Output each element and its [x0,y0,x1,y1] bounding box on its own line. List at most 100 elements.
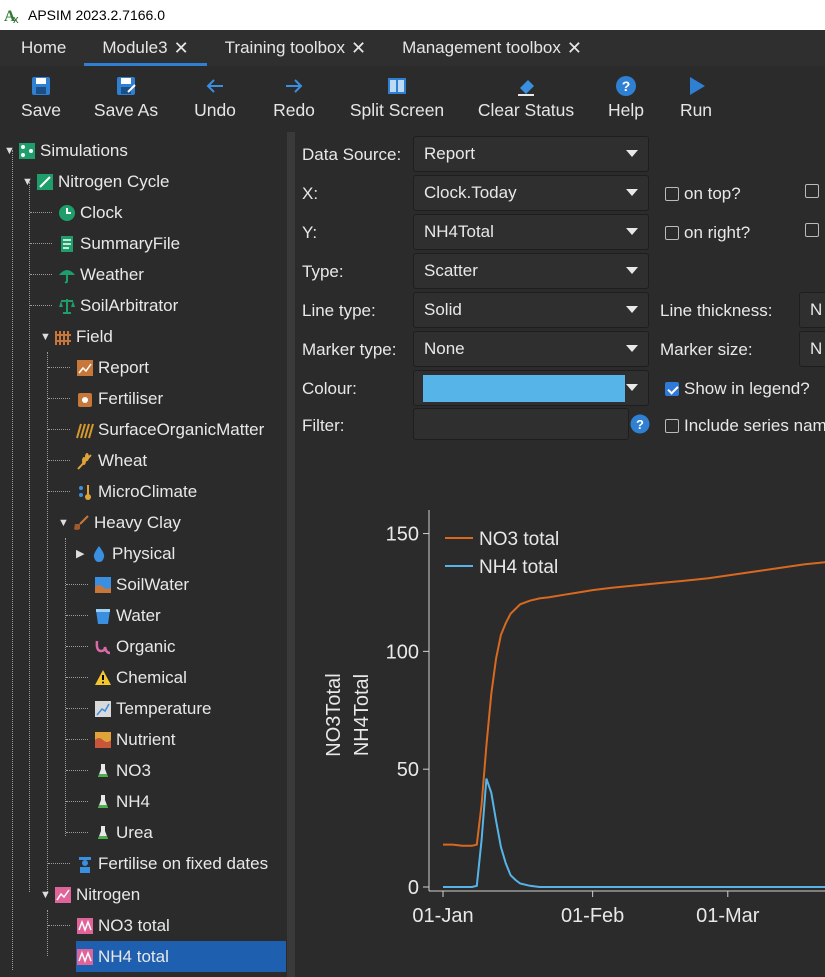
tab-label: Module3 [102,38,168,57]
tab-module3[interactable]: Module3 ✕ [84,30,207,66]
tree-node-nitrogen-cycle[interactable]: ▼ Nitrogen Cycle [22,166,170,197]
run-button[interactable]: Run [679,66,713,121]
y-extra-checkbox[interactable] [805,223,824,237]
tree-node-temperature[interactable]: Temperature [94,693,211,724]
tree-node-fertilise-on-fixed-dates[interactable]: Fertilise on fixed dates [76,848,268,879]
line-thickness-dropdown[interactable]: N [799,292,825,328]
tab-management-toolbox[interactable]: Management toolbox ✕ [384,30,600,66]
series-icon [77,948,93,965]
line-type-label: Line type: [302,301,376,320]
tree-node-wheat[interactable]: Wheat [76,445,147,476]
tree-node-organic[interactable]: Organic [94,631,176,662]
series-line-2 [443,778,825,888]
help-icon: ? [616,76,636,96]
tree-node-field[interactable]: ▼ Field [40,321,113,352]
tree-connector [48,460,70,461]
clock-icon [59,204,75,221]
y-tick-label: 50 [397,759,419,781]
tree-node-soilarbitrator[interactable]: SoilArbitrator [58,290,178,321]
chevron-down-icon [626,150,638,157]
wheat-icon [77,452,92,470]
tree-node-summaryfile[interactable]: SummaryFile [58,228,180,259]
expand-triangle-icon[interactable]: ▼ [22,176,36,188]
expand-triangle-icon[interactable]: ▼ [58,517,72,529]
close-icon[interactable]: ✕ [174,38,189,59]
x-on-top-checkbox[interactable]: on top? [665,184,741,204]
tree-node-clock[interactable]: Clock [58,197,123,228]
y-tick-label: 100 [386,641,419,663]
tree-node-weather[interactable]: Weather [58,259,144,290]
tree-connector [12,150,13,970]
tree-node-water[interactable]: Water [94,600,161,631]
tab-training-toolbox[interactable]: Training toolbox ✕ [207,30,384,66]
expand-triangle-icon[interactable]: ▼ [40,331,54,343]
x-extra-checkbox[interactable] [805,184,824,198]
save-icon [32,77,50,95]
y-variable-dropdown[interactable]: NH4Total [413,214,649,250]
tree-node-simulations[interactable]: ▼ Simulations [4,135,128,166]
eraser-icon [518,80,534,96]
simulation-icon [37,173,53,190]
x-variable-dropdown[interactable]: Clock.Today [413,175,649,211]
tree-node-nh4-total[interactable]: NH4 total [76,941,286,972]
show-in-legend-checkbox[interactable]: Show in legend? [665,379,810,399]
tree-node-fertiliser[interactable]: Fertiliser [76,383,163,414]
data-source-dropdown[interactable]: Report [413,136,649,172]
tree-node-chemical[interactable]: Chemical [94,662,187,693]
tree-node-no3[interactable]: NO3 [94,755,151,786]
close-icon[interactable]: ✕ [351,38,366,59]
tree-connector [30,243,52,244]
line-type-dropdown[interactable]: Solid [413,292,649,328]
tree-node-heavy-clay[interactable]: ▼ Heavy Clay [58,507,181,538]
marker-size-dropdown[interactable]: N [799,331,825,367]
panel-splitter[interactable] [287,132,295,977]
tree-node-urea[interactable]: Urea [94,817,153,848]
nitrogen-chart: NO3Total NH4Total 0 50 100 150 01-Jan 01-Feb 01… [323,510,825,927]
help-button[interactable]: ? Help [606,66,646,121]
tree-node-nutrient[interactable]: Nutrient [94,724,176,755]
save-button[interactable]: Save [21,66,61,121]
close-icon[interactable]: ✕ [567,38,582,59]
tree-connector [48,429,70,430]
y-on-right-checkbox[interactable]: on right? [665,223,750,243]
clear-status-button[interactable]: Clear Status [478,66,574,121]
window-title: APSIM 2023.2.7166.0 [28,7,165,23]
redo-button[interactable]: Redo [272,66,316,121]
chevron-down-icon [626,267,638,274]
flask-icon [98,763,108,777]
tree-connector [29,182,30,892]
tab-home[interactable]: Home [0,30,84,66]
expand-triangle-icon[interactable]: ▼ [40,889,54,901]
tree-node-report[interactable]: Report [76,352,149,383]
type-dropdown[interactable]: Scatter [413,253,649,289]
save-as-button[interactable]: Save As [94,66,158,121]
filter-input[interactable] [413,408,629,440]
chevron-down-icon [626,306,638,313]
expand-triangle-icon[interactable]: ▼ [4,145,18,157]
undo-button[interactable]: Undo [192,66,238,121]
tree-connector [48,925,70,926]
tree-node-no3-total[interactable]: NO3 total [76,910,170,941]
tree-node-soilwater[interactable]: SoilWater [94,569,189,600]
colour-dropdown[interactable] [413,370,649,406]
redo-arrow-icon [286,79,303,93]
tree-connector [65,538,66,836]
help-icon[interactable]: ? [630,414,650,434]
collapsed-triangle-icon[interactable]: ▶ [76,547,90,560]
include-series-name-checkbox[interactable]: Include series nam [665,416,825,436]
svg-text:?: ? [636,417,644,432]
title-bar: A x APSIM 2023.2.7166.0 [0,0,825,30]
tree-node-surfaceorganicmatter[interactable]: SurfaceOrganicMatter [76,414,264,445]
x-tick-label: 01-Feb [561,905,624,927]
tree-node-microclimate[interactable]: MicroClimate [76,476,197,507]
tree-node-nitrogen[interactable]: ▼ Nitrogen [40,879,140,910]
split-screen-button[interactable]: Split Screen [349,66,445,121]
series-icon [77,917,93,934]
warning-icon [95,669,111,685]
marker-type-dropdown[interactable]: None [413,331,649,367]
tree-connector [48,491,70,492]
tree-connector [47,352,48,892]
x-label: X: [302,184,319,203]
tree-node-physical[interactable]: ▶ Physical [76,538,175,569]
tree-node-nh4[interactable]: NH4 [94,786,150,817]
